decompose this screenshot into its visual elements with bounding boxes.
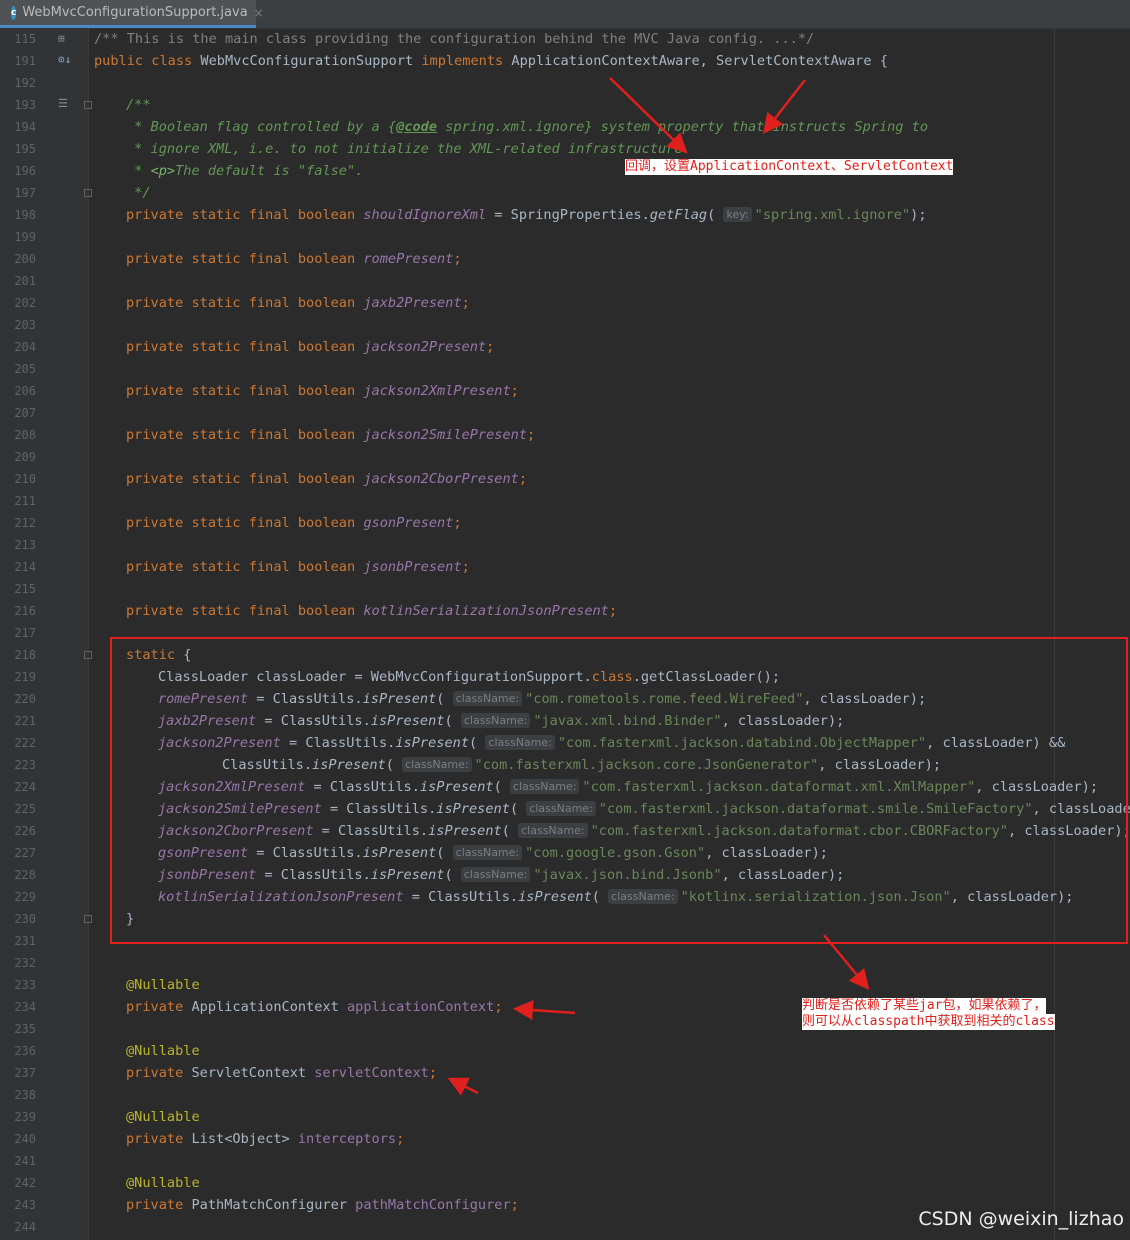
arrow-to-servletcontextaware xyxy=(762,79,806,134)
arrow-to-applicationcontextaware xyxy=(609,77,688,154)
annotation-arrows xyxy=(447,77,870,1096)
arrow-to-applicationcontext-field xyxy=(513,1000,576,1021)
arrow-to-servletcontext-field xyxy=(447,1077,479,1096)
arrow-from-static-block xyxy=(823,934,870,990)
watermark: CSDN @weixin_lizhao xyxy=(918,1208,1124,1230)
